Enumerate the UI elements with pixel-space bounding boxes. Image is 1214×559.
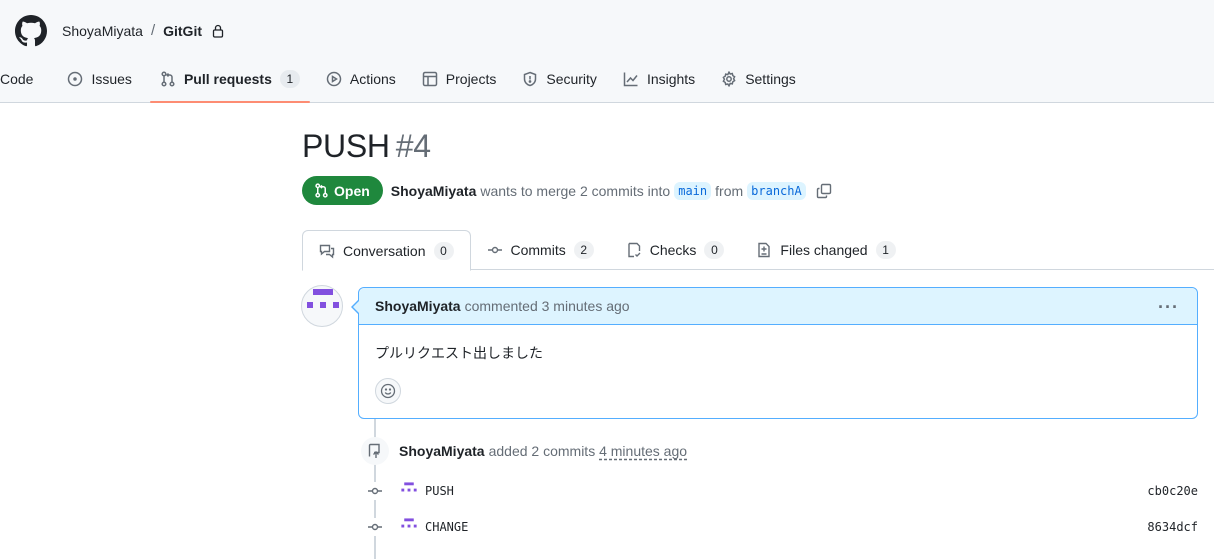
commit-avatar[interactable] [399,481,419,501]
comment-body: プルリクエスト出しました [375,345,543,361]
lock-icon [212,24,224,38]
comment-author-link[interactable]: ShoyaMiyata [375,298,461,314]
tab-files-changed[interactable]: Files changed 1 [740,230,911,270]
timeline-author-link[interactable]: ShoyaMiyata [399,443,485,459]
comment-header: ShoyaMiyata commented 3 minutes ago ··· [351,288,1197,325]
base-branch-label[interactable]: main [674,181,712,200]
tab-code[interactable]: Code [0,62,43,96]
tab-conversation-label: Conversation [343,242,426,259]
kebab-menu-icon[interactable]: ··· [1158,297,1179,318]
tab-insights-label: Insights [646,71,696,87]
tab-security-label: Security [546,71,597,87]
pr-merge-text: wants to merge 2 commits into [480,182,671,199]
issue-icon [68,71,83,87]
commit-sha-link[interactable]: 8634dcf [1147,520,1198,534]
pr-meta: Open ShoyaMiyata wants to merge 2 commit… [302,176,832,205]
tab-commits[interactable]: Commits 2 [471,230,610,270]
smiley-icon [380,383,396,399]
checks-count-badge: 0 [704,241,725,259]
tab-pull-requests-label: Pull requests [183,71,272,87]
add-reaction-button[interactable] [375,378,401,404]
tab-conversation[interactable]: Conversation 0 [302,230,471,271]
comment-box: ShoyaMiyata commented 3 minutes ago ··· … [351,287,1198,419]
tab-projects-label: Projects [445,71,497,87]
timeline-event: ShoyaMiyata added 2 commits 4 minutes ago [399,443,687,459]
tab-settings[interactable]: Settings [711,62,806,96]
tab-security[interactable]: Security [512,62,607,96]
graph-icon [623,72,638,87]
tab-commits-label: Commits [510,242,566,258]
repo-name-link[interactable]: GitGit [163,23,202,39]
pull-request-icon [315,183,328,198]
breadcrumb: ShoyaMiyata / GitGit [62,22,224,39]
shield-icon [524,71,537,87]
pr-title: PUSH #4 [302,128,431,165]
tab-projects[interactable]: Projects [412,62,507,96]
timeline-action: added 2 commits [488,443,596,459]
comment-timestamp: commented 3 minutes ago [464,298,630,314]
github-logo-icon[interactable] [15,15,47,47]
git-commit-icon [366,518,384,536]
pr-from-text: from [715,182,744,199]
head-branch-label[interactable]: branchA [747,181,806,200]
avatar[interactable] [301,285,343,327]
commits-count-badge: 2 [573,241,594,259]
breadcrumb-separator: / [150,22,156,39]
repo-header: ShoyaMiyata / GitGit Code Issues Pull re… [0,0,1214,103]
play-icon [326,71,342,87]
tab-actions[interactable]: Actions [316,62,406,96]
file-diff-icon [758,242,771,258]
git-commit-icon [487,246,502,254]
files-changed-count-badge: 1 [875,241,896,259]
table-icon [422,71,438,87]
copy-icon[interactable] [816,183,832,199]
commit-message-link[interactable]: PUSH [425,484,454,498]
pull-request-icon [161,71,175,87]
commit-row: CHANGE 8634dcf [366,516,1198,538]
tab-settings-label: Settings [745,71,796,87]
timeline-badge [361,437,389,465]
git-commit-icon [366,482,384,500]
checklist-icon [628,242,641,258]
commit-message-link[interactable]: CHANGE [425,520,468,534]
pull-requests-count-badge: 1 [279,70,300,88]
commit-avatar[interactable] [399,517,419,537]
pr-state-badge: Open [302,176,383,205]
pr-number: #4 [395,128,431,164]
pr-author-link[interactable]: ShoyaMiyata [391,183,477,199]
comment-discussion-icon [319,244,335,258]
tab-issues[interactable]: Issues [57,62,141,96]
repo-push-icon [368,443,380,458]
repo-nav-tabs: Code Issues Pull requests 1 Actions Proj… [0,62,806,103]
tab-pull-requests[interactable]: Pull requests 1 [149,62,310,103]
pr-tabs: Conversation 0 Commits 2 Checks 0 Files … [302,230,1214,271]
tab-files-changed-label: Files changed [780,242,868,258]
tab-checks-label: Checks [649,242,697,258]
commit-row: PUSH cb0c20e [366,480,1198,502]
tab-insights[interactable]: Insights [613,62,705,96]
commit-sha-link[interactable]: cb0c20e [1147,484,1198,498]
identicon-image [307,289,339,308]
conversation-count-badge: 0 [433,241,454,260]
gear-icon [722,71,736,87]
timeline-time-link[interactable]: 4 minutes ago [599,443,687,459]
tab-actions-label: Actions [349,71,396,87]
tab-code-label: Code [0,71,34,87]
pr-title-text: PUSH [302,128,390,164]
tab-checks[interactable]: Checks 0 [610,230,741,270]
repo-owner-link[interactable]: ShoyaMiyata [62,23,143,39]
pr-state-label: Open [334,182,370,199]
tab-issues-label: Issues [91,71,132,87]
